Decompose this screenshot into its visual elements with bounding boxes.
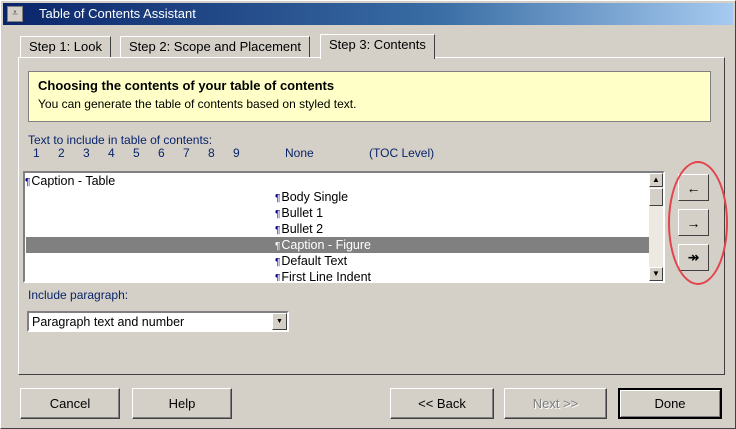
tab-step-3-contents[interactable]: Step 3: Contents (320, 34, 435, 59)
toc-level-9: 9 (233, 146, 240, 160)
pilcrow-icon: ¶ (275, 209, 281, 220)
info-box: Choosing the contents of your table of c… (28, 71, 711, 122)
scroll-up-icon[interactable]: ▲ (649, 173, 663, 187)
pilcrow-icon: ¶ (275, 241, 281, 252)
arrow-left-icon: ← (686, 179, 701, 196)
tab-step-2-scope[interactable]: Step 2: Scope and Placement (120, 36, 311, 58)
toc-assistant-window: ⩡ Table of Contents Assistant Step 1: Lo… (0, 0, 736, 429)
listbox-scrollbar[interactable]: ▲ ▼ (649, 173, 663, 281)
pilcrow-icon: ¶ (275, 273, 281, 283)
toc-level-5: 5 (133, 146, 140, 160)
pilcrow-icon: ¶ (275, 193, 281, 204)
list-item-first-line-indent[interactable]: ¶First Line Indent (25, 269, 651, 283)
toc-level-3: 3 (83, 146, 90, 160)
scroll-down-icon[interactable]: ▼ (649, 267, 663, 281)
include-label: Text to include in table of contents: (28, 133, 213, 147)
window-title: Table of Contents Assistant (39, 6, 196, 21)
pilcrow-icon: ¶ (275, 257, 281, 268)
toc-level-7: 7 (183, 146, 190, 160)
list-item-body-single[interactable]: ¶Body Single (25, 189, 651, 205)
toc-level-heading: (TOC Level) (369, 146, 435, 160)
done-button[interactable]: Done (618, 388, 722, 419)
title-bar[interactable]: ⩡ Table of Contents Assistant (3, 3, 733, 25)
pilcrow-icon: ¶ (25, 177, 31, 188)
include-paragraph-label: Include paragraph: (28, 288, 129, 302)
cancel-button[interactable]: Cancel (20, 388, 120, 419)
chevron-down-icon[interactable]: ▼ (272, 313, 287, 330)
include-paragraph-value: Paragraph text and number (32, 315, 185, 329)
info-title: Choosing the contents of your table of c… (38, 78, 335, 93)
toc-level-6: 6 (158, 146, 165, 160)
info-text: You can generate the table of contents b… (38, 97, 357, 111)
toc-level-1: 1 (33, 146, 40, 160)
list-item-caption-table[interactable]: ¶Caption - Table (25, 173, 651, 189)
system-menu-icon[interactable]: ⩡ (7, 6, 23, 22)
toc-level-8: 8 (208, 146, 215, 160)
move-right-button[interactable]: → (678, 209, 709, 236)
list-item-bullet-2[interactable]: ¶Bullet 2 (25, 221, 651, 237)
toc-level-4: 4 (108, 146, 115, 160)
help-button[interactable]: Help (132, 388, 232, 419)
styles-listbox[interactable]: ¶Caption - Table ¶Body Single ¶Bullet 1 … (23, 171, 665, 283)
double-arrow-right-icon: ↠ (687, 249, 700, 265)
list-item-bullet-1[interactable]: ¶Bullet 1 (25, 205, 651, 221)
pilcrow-icon: ¶ (275, 225, 281, 236)
toc-level-2: 2 (58, 146, 65, 160)
include-paragraph-select[interactable]: Paragraph text and number ▼ (27, 311, 289, 332)
arrow-right-icon: → (686, 214, 701, 231)
move-left-button[interactable]: ← (678, 174, 709, 201)
next-button: Next >> (504, 388, 607, 419)
tab-step-1-look[interactable]: Step 1: Look (20, 36, 111, 58)
list-item-default-text[interactable]: ¶Default Text (25, 253, 651, 269)
list-item-caption-figure[interactable]: ¶Caption - Figure (26, 237, 649, 253)
move-all-right-button[interactable]: ↠ (678, 244, 709, 271)
scroll-thumb[interactable] (649, 188, 663, 206)
back-button[interactable]: << Back (390, 388, 494, 419)
toc-level-none: None (285, 146, 314, 160)
